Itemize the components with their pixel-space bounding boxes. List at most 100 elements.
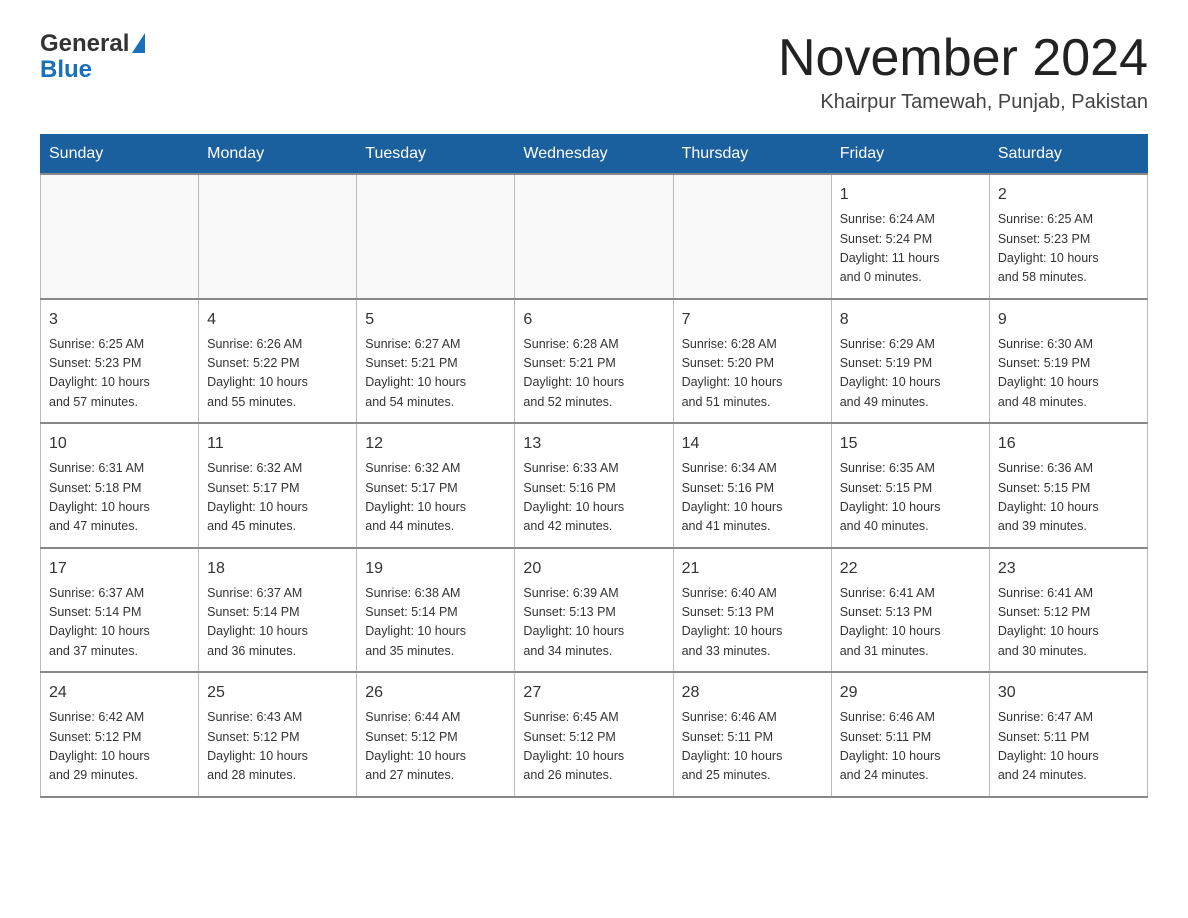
calendar-cell: 9 Sunrise: 6:30 AM Sunset: 5:19 PM Daylig…: [989, 299, 1147, 424]
day-number: 8: [840, 308, 981, 332]
day-number: 29: [840, 681, 981, 705]
calendar-cell: 2Sunrise: 6:25 AM Sunset: 5:23 PM Daylig…: [989, 174, 1147, 299]
day-info: Sunrise: 6:26 AM Sunset: 5:22 PM Dayligh…: [207, 335, 348, 413]
day-info: Sunrise: 6:25 AM Sunset: 5:23 PM Dayligh…: [998, 210, 1139, 288]
calendar-week-row: 24 Sunrise: 6:42 AM Sunset: 5:12 PM Dayli…: [41, 672, 1148, 797]
calendar-week-row: 1 Sunrise: 6:24 AM Sunset: 5:24 PM Daylig…: [41, 174, 1148, 299]
calendar-week-row: 17Sunrise: 6:37 AM Sunset: 5:14 PM Dayli…: [41, 548, 1148, 673]
logo-arrow-icon: [132, 33, 145, 53]
calendar-cell: 29 Sunrise: 6:46 AM Sunset: 5:11 PM Dayli…: [831, 672, 989, 797]
day-header-tuesday: Tuesday: [357, 135, 515, 175]
calendar-cell: 15 Sunrise: 6:35 AM Sunset: 5:15 PM Dayli…: [831, 423, 989, 548]
calendar-cell: 12Sunrise: 6:32 AM Sunset: 5:17 PM Dayli…: [357, 423, 515, 548]
calendar-cell: [41, 174, 199, 299]
day-info: Sunrise: 6:31 AM Sunset: 5:18 PM Dayligh…: [49, 459, 190, 537]
day-header-saturday: Saturday: [989, 135, 1147, 175]
day-number: 12: [365, 432, 506, 456]
day-info: Sunrise: 6:28 AM Sunset: 5:21 PM Dayligh…: [523, 335, 664, 413]
day-info: Sunrise: 6:25 AM Sunset: 5:23 PM Dayligh…: [49, 335, 190, 413]
calendar-cell: [357, 174, 515, 299]
day-info: Sunrise: 6:37 AM Sunset: 5:14 PM Dayligh…: [49, 584, 190, 662]
day-info: Sunrise: 6:28 AM Sunset: 5:20 PM Dayligh…: [682, 335, 823, 413]
day-header-thursday: Thursday: [673, 135, 831, 175]
day-number: 21: [682, 557, 823, 581]
day-number: 28: [682, 681, 823, 705]
calendar-cell: 26 Sunrise: 6:44 AM Sunset: 5:12 PM Dayli…: [357, 672, 515, 797]
calendar-cell: 4Sunrise: 6:26 AM Sunset: 5:22 PM Daylig…: [199, 299, 357, 424]
day-info: Sunrise: 6:41 AM Sunset: 5:13 PM Dayligh…: [840, 584, 981, 662]
day-info: Sunrise: 6:44 AM Sunset: 5:12 PM Dayligh…: [365, 708, 506, 786]
day-header-monday: Monday: [199, 135, 357, 175]
day-info: Sunrise: 6:34 AM Sunset: 5:16 PM Dayligh…: [682, 459, 823, 537]
calendar-cell: 30 Sunrise: 6:47 AM Sunset: 5:11 PM Dayli…: [989, 672, 1147, 797]
calendar-week-row: 10 Sunrise: 6:31 AM Sunset: 5:18 PM Dayli…: [41, 423, 1148, 548]
day-number: 20: [523, 557, 664, 581]
day-number: 15: [840, 432, 981, 456]
calendar-cell: 11 Sunrise: 6:32 AM Sunset: 5:17 PM Dayli…: [199, 423, 357, 548]
calendar-cell: 10 Sunrise: 6:31 AM Sunset: 5:18 PM Dayli…: [41, 423, 199, 548]
calendar-cell: 1 Sunrise: 6:24 AM Sunset: 5:24 PM Daylig…: [831, 174, 989, 299]
calendar-cell: 20 Sunrise: 6:39 AM Sunset: 5:13 PM Dayli…: [515, 548, 673, 673]
title-block: November 2024 Khairpur Tamewah, Punjab, …: [778, 30, 1148, 114]
day-number: 26: [365, 681, 506, 705]
day-info: Sunrise: 6:30 AM Sunset: 5:19 PM Dayligh…: [998, 335, 1139, 413]
day-info: Sunrise: 6:33 AM Sunset: 5:16 PM Dayligh…: [523, 459, 664, 537]
calendar-table: SundayMondayTuesdayWednesdayThursdayFrid…: [40, 134, 1148, 798]
calendar-cell: 13Sunrise: 6:33 AM Sunset: 5:16 PM Dayli…: [515, 423, 673, 548]
day-number: 11: [207, 432, 348, 456]
logo-blue-text: Blue: [40, 56, 92, 84]
calendar-cell: [673, 174, 831, 299]
day-info: Sunrise: 6:24 AM Sunset: 5:24 PM Dayligh…: [840, 210, 981, 288]
day-info: Sunrise: 6:42 AM Sunset: 5:12 PM Dayligh…: [49, 708, 190, 786]
page-header: General Blue November 2024 Khairpur Tame…: [40, 30, 1148, 114]
calendar-cell: 28 Sunrise: 6:46 AM Sunset: 5:11 PM Dayli…: [673, 672, 831, 797]
calendar-cell: 25Sunrise: 6:43 AM Sunset: 5:12 PM Dayli…: [199, 672, 357, 797]
calendar-cell: [199, 174, 357, 299]
day-header-wednesday: Wednesday: [515, 135, 673, 175]
day-info: Sunrise: 6:37 AM Sunset: 5:14 PM Dayligh…: [207, 584, 348, 662]
day-header-friday: Friday: [831, 135, 989, 175]
day-number: 10: [49, 432, 190, 456]
day-number: 9: [998, 308, 1139, 332]
calendar-cell: 14 Sunrise: 6:34 AM Sunset: 5:16 PM Dayli…: [673, 423, 831, 548]
day-info: Sunrise: 6:32 AM Sunset: 5:17 PM Dayligh…: [207, 459, 348, 537]
calendar-cell: 21 Sunrise: 6:40 AM Sunset: 5:13 PM Dayli…: [673, 548, 831, 673]
month-title: November 2024: [778, 30, 1148, 87]
calendar-cell: [515, 174, 673, 299]
day-info: Sunrise: 6:41 AM Sunset: 5:12 PM Dayligh…: [998, 584, 1139, 662]
day-number: 7: [682, 308, 823, 332]
day-number: 16: [998, 432, 1139, 456]
day-number: 6: [523, 308, 664, 332]
day-info: Sunrise: 6:29 AM Sunset: 5:19 PM Dayligh…: [840, 335, 981, 413]
calendar-cell: 8 Sunrise: 6:29 AM Sunset: 5:19 PM Daylig…: [831, 299, 989, 424]
calendar-cell: 19Sunrise: 6:38 AM Sunset: 5:14 PM Dayli…: [357, 548, 515, 673]
day-header-sunday: Sunday: [41, 135, 199, 175]
calendar-header-row: SundayMondayTuesdayWednesdayThursdayFrid…: [41, 135, 1148, 175]
day-info: Sunrise: 6:35 AM Sunset: 5:15 PM Dayligh…: [840, 459, 981, 537]
day-info: Sunrise: 6:38 AM Sunset: 5:14 PM Dayligh…: [365, 584, 506, 662]
calendar-cell: 16Sunrise: 6:36 AM Sunset: 5:15 PM Dayli…: [989, 423, 1147, 548]
day-number: 3: [49, 308, 190, 332]
day-number: 18: [207, 557, 348, 581]
calendar-cell: 6 Sunrise: 6:28 AM Sunset: 5:21 PM Daylig…: [515, 299, 673, 424]
day-info: Sunrise: 6:40 AM Sunset: 5:13 PM Dayligh…: [682, 584, 823, 662]
day-number: 14: [682, 432, 823, 456]
logo: General Blue: [40, 30, 145, 84]
logo-general-text: General: [40, 30, 129, 58]
day-number: 1: [840, 183, 981, 207]
calendar-cell: 17Sunrise: 6:37 AM Sunset: 5:14 PM Dayli…: [41, 548, 199, 673]
calendar-cell: 27Sunrise: 6:45 AM Sunset: 5:12 PM Dayli…: [515, 672, 673, 797]
day-number: 30: [998, 681, 1139, 705]
day-number: 5: [365, 308, 506, 332]
day-info: Sunrise: 6:47 AM Sunset: 5:11 PM Dayligh…: [998, 708, 1139, 786]
day-info: Sunrise: 6:39 AM Sunset: 5:13 PM Dayligh…: [523, 584, 664, 662]
calendar-cell: 22Sunrise: 6:41 AM Sunset: 5:13 PM Dayli…: [831, 548, 989, 673]
day-number: 25: [207, 681, 348, 705]
day-number: 24: [49, 681, 190, 705]
day-number: 23: [998, 557, 1139, 581]
calendar-cell: 3 Sunrise: 6:25 AM Sunset: 5:23 PM Daylig…: [41, 299, 199, 424]
day-info: Sunrise: 6:46 AM Sunset: 5:11 PM Dayligh…: [840, 708, 981, 786]
day-info: Sunrise: 6:46 AM Sunset: 5:11 PM Dayligh…: [682, 708, 823, 786]
calendar-week-row: 3 Sunrise: 6:25 AM Sunset: 5:23 PM Daylig…: [41, 299, 1148, 424]
calendar-cell: 24 Sunrise: 6:42 AM Sunset: 5:12 PM Dayli…: [41, 672, 199, 797]
